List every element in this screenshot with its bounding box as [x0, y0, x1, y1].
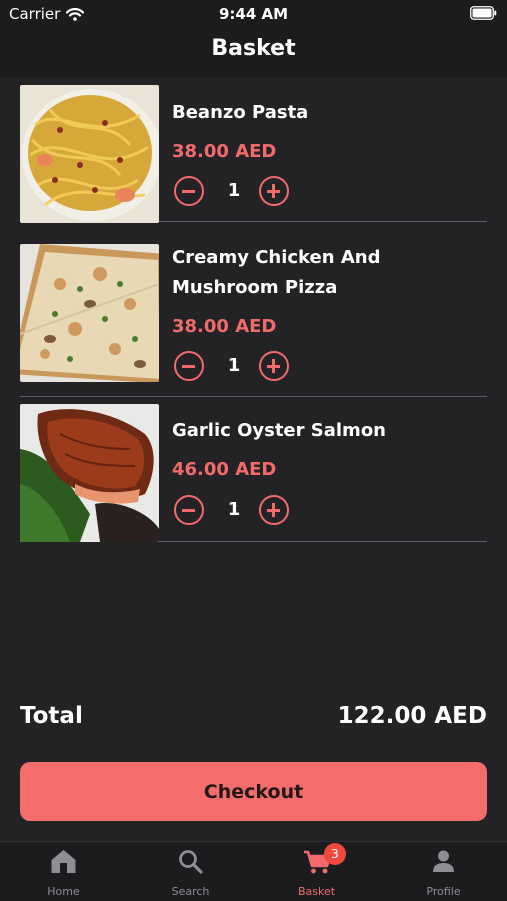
item-name: Garlic Oyster Salmon [172, 420, 386, 441]
basket-item: Beanzo Pasta 38.00 AED 1 [20, 78, 487, 223]
item-price: 38.00 AED [172, 141, 277, 162]
item-price: 46.00 AED [172, 459, 277, 480]
battery-icon [470, 6, 497, 20]
page-title: Basket [211, 36, 296, 61]
decrease-quantity-button[interactable] [174, 176, 204, 206]
pizza-photo [20, 244, 159, 382]
minus-icon [182, 509, 195, 512]
minus-icon [182, 190, 195, 193]
decrease-quantity-button[interactable] [174, 351, 204, 381]
home-icon [51, 850, 76, 873]
tab-label: Search [171, 885, 210, 898]
tab-label: Basket [297, 885, 336, 898]
tab-basket[interactable]: Basket [266, 842, 367, 901]
quantity-stepper: 1 [172, 495, 302, 531]
quantity-stepper: 1 [172, 176, 302, 212]
quantity-stepper: 1 [172, 351, 302, 387]
item-quantity: 1 [227, 355, 241, 376]
total-label: Total [20, 703, 83, 729]
cart-count-badge: 3 [324, 843, 346, 865]
status-time: 9:44 AM [218, 5, 289, 23]
tab-profile[interactable]: Profile [393, 842, 494, 901]
status-bar: Carrier 9:44 AM [0, 0, 507, 30]
person-icon [433, 850, 454, 872]
item-quantity: 1 [227, 499, 241, 520]
tab-label: Home [47, 885, 80, 898]
item-name: Beanzo Pasta [172, 102, 309, 123]
item-name: Creamy Chicken And Mushroom Pizza [172, 247, 381, 298]
cart-icon [304, 850, 332, 874]
item-price: 38.00 AED [172, 316, 277, 337]
salmon-photo [20, 404, 159, 542]
increase-quantity-button[interactable] [259, 495, 289, 525]
tab-bar: Home Search Basket Profile [0, 841, 507, 901]
tab-search[interactable]: Search [140, 842, 241, 901]
decrease-quantity-button[interactable] [174, 495, 204, 525]
basket-item: Garlic Oyster Salmon 46.00 AED 1 [20, 397, 487, 542]
search-icon [179, 850, 203, 874]
pasta-photo [20, 85, 159, 223]
total-amount: 122.00 AED [337, 703, 487, 729]
navigation-bar: Basket [0, 30, 507, 78]
tab-label: Profile [426, 885, 461, 898]
basket-item: Creamy Chicken And Mushroom Pizza 38.00 … [20, 222, 487, 397]
minus-icon [182, 365, 195, 368]
tab-home[interactable]: Home [13, 842, 114, 901]
item-quantity: 1 [227, 180, 241, 201]
increase-quantity-button[interactable] [259, 176, 289, 206]
increase-quantity-button[interactable] [259, 351, 289, 381]
checkout-button[interactable]: Checkout [20, 762, 487, 821]
